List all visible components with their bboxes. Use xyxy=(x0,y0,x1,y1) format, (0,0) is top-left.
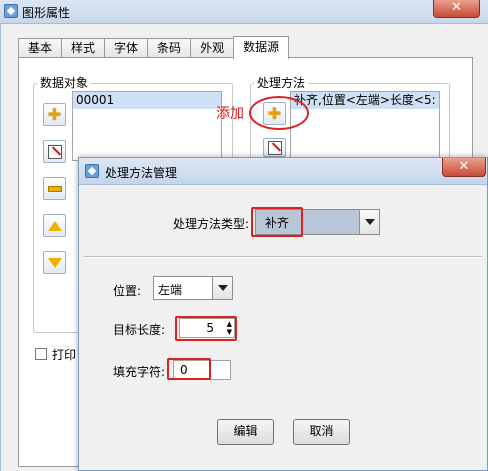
move-down-button[interactable] xyxy=(43,251,66,274)
data-object-list[interactable]: 00001 xyxy=(72,91,222,161)
outer-titlebar: 图形属性 ✕ xyxy=(0,0,488,24)
edit-button[interactable]: 编辑 xyxy=(217,419,274,445)
target-length-highlight xyxy=(175,316,237,341)
move-up-button[interactable] xyxy=(43,214,66,237)
chevron-down-icon[interactable] xyxy=(359,210,379,234)
fill-char-highlight xyxy=(167,358,211,380)
app-icon xyxy=(4,4,18,18)
tab-appearance[interactable]: 外观 xyxy=(190,38,235,59)
divider xyxy=(84,256,482,258)
edit-icon xyxy=(267,140,282,155)
add-data-object-button[interactable]: ✚ xyxy=(43,103,66,126)
processing-item[interactable]: 补齐,位置<左端>长度<5: xyxy=(291,92,439,109)
fill-char-label: 填充字符: xyxy=(113,365,166,379)
data-object-item[interactable]: 00001 xyxy=(73,92,221,109)
delete-data-object-button[interactable] xyxy=(43,177,66,200)
tab-barcode[interactable]: 条码 xyxy=(147,38,192,59)
method-type-highlight xyxy=(251,207,303,237)
tab-style[interactable]: 样式 xyxy=(61,38,106,59)
tab-datasource[interactable]: 数据源 xyxy=(233,36,290,59)
minus-icon xyxy=(47,185,62,192)
edit-processing-button[interactable] xyxy=(263,138,286,157)
cancel-button[interactable]: 取消 xyxy=(293,419,350,445)
tab-font[interactable]: 字体 xyxy=(104,38,149,59)
edit-data-object-button[interactable] xyxy=(43,140,66,163)
arrow-up-icon xyxy=(47,220,62,231)
target-length-label: 目标长度: xyxy=(113,323,166,337)
dialog-app-icon xyxy=(85,164,99,178)
arrow-down-icon xyxy=(47,257,62,268)
add-processing-button[interactable]: ✚ xyxy=(263,102,286,125)
position-label: 位置: xyxy=(113,284,142,298)
print-checkbox[interactable] xyxy=(35,348,47,360)
processing-method-dialog: 处理方法管理 ✕ 处理方法类型: 补齐 位置: 左端 目标长度: 5 ▲ ▼ 填… xyxy=(78,157,488,471)
print-checkbox-label: 打印 xyxy=(52,348,77,362)
tab-basic[interactable]: 基本 xyxy=(18,38,63,59)
tab-bar: 基本 样式 字体 条码 外观 数据源 xyxy=(18,36,290,59)
processing-group-label: 处理方法 xyxy=(254,74,309,91)
dialog-close-button[interactable]: ✕ xyxy=(442,158,486,177)
position-select[interactable]: 左端 xyxy=(153,276,233,300)
position-value: 左端 xyxy=(158,283,183,297)
plus-icon: ✚ xyxy=(267,103,282,123)
outer-close-button[interactable]: ✕ xyxy=(433,0,480,18)
processing-list[interactable]: 补齐,位置<左端>长度<5: xyxy=(290,91,440,161)
plus-icon: ✚ xyxy=(47,104,62,124)
chevron-down-icon[interactable] xyxy=(212,277,232,299)
add-annotation-text: 添加 xyxy=(216,106,244,122)
edit-icon xyxy=(47,144,62,159)
data-object-group-label: 数据对象 xyxy=(37,74,92,91)
method-type-label: 处理方法类型: xyxy=(173,217,250,231)
dialog-titlebar: 处理方法管理 ✕ xyxy=(79,158,487,185)
dialog-title: 处理方法管理 xyxy=(105,166,178,180)
outer-window-title: 图形属性 xyxy=(22,6,71,20)
